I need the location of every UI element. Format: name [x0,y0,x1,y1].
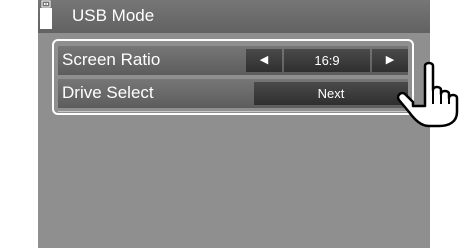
usb-drive-icon [40,0,52,29]
head-unit-screen: USB Mode Screen Ratio ◀ 16:9 ▶ Drive Sel… [38,0,430,248]
screen-ratio-decrease-button[interactable]: ◀ [246,49,282,72]
page-title: USB Mode [72,6,155,25]
screen-ratio-label: Screen Ratio [62,50,161,69]
screen-ratio-value: 16:9 [284,49,370,72]
drive-select-label: Drive Select [62,83,154,102]
title-bar: USB Mode [38,0,430,33]
pointing-hand-icon [396,61,459,128]
setting-row-drive-select: Drive Select Next [58,79,408,108]
drive-select-next-button[interactable]: Next [254,82,408,105]
setting-row-screen-ratio: Screen Ratio ◀ 16:9 ▶ [58,46,408,75]
settings-panel: Screen Ratio ◀ 16:9 ▶ Drive Select Next [52,39,414,115]
row-divider [58,111,408,112]
